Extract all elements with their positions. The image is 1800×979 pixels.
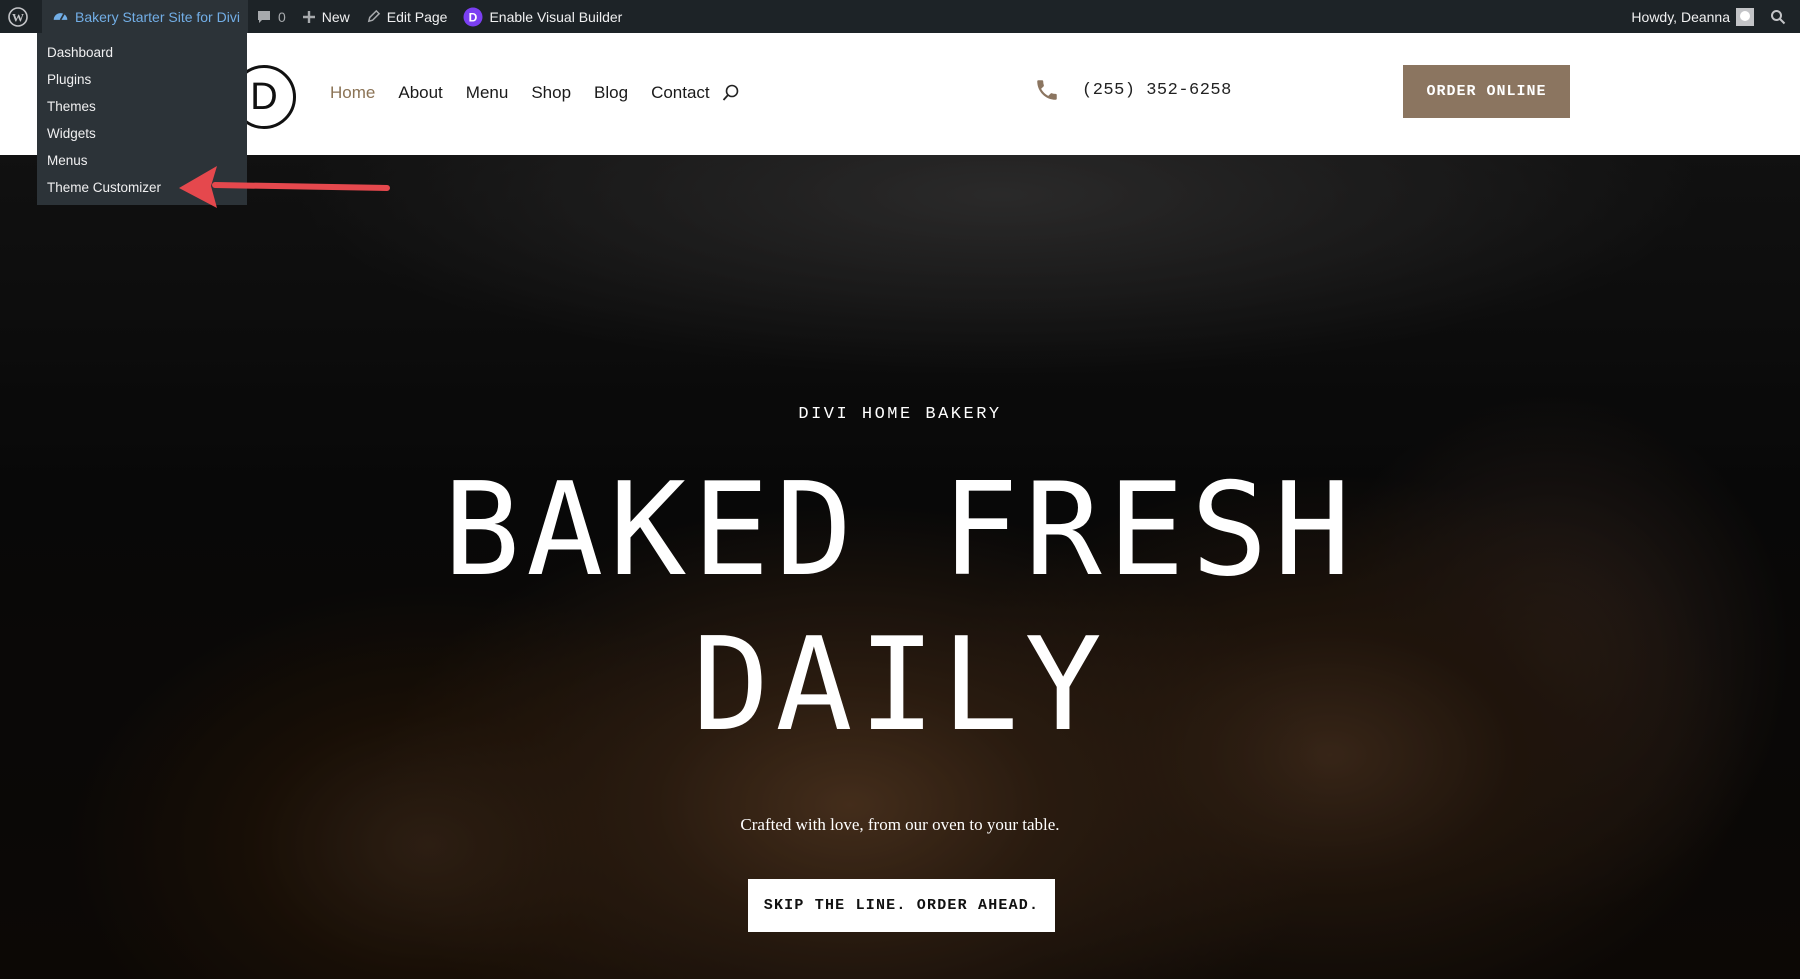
phone-contact: (255) 352-6258 — [1034, 77, 1232, 103]
visual-builder-button[interactable]: D Enable Visual Builder — [455, 0, 630, 33]
dropdown-item-themes[interactable]: Themes — [37, 93, 247, 120]
new-label: New — [321, 8, 350, 25]
admin-bar-right: Howdy, Deanna — [1623, 0, 1800, 33]
visual-builder-label: Enable Visual Builder — [489, 8, 623, 25]
divi-logo-icon: D — [463, 7, 483, 26]
svg-text:W: W — [12, 10, 24, 24]
avatar — [1736, 7, 1754, 26]
nav-item-home[interactable]: Home — [330, 83, 375, 103]
search-icon — [1771, 9, 1786, 24]
admin-bar: W Bakery Starter Site for Divi 0 New Edi… — [0, 0, 1800, 33]
plus-icon — [302, 10, 315, 23]
nav-item-about[interactable]: About — [398, 83, 442, 103]
new-content-button[interactable]: New — [294, 0, 358, 33]
site-name-label: Bakery Starter Site for Divi — [75, 8, 240, 25]
svg-text:D: D — [469, 10, 478, 24]
comments-count: 0 — [277, 8, 286, 25]
site-name-menu[interactable]: Bakery Starter Site for Divi — [42, 0, 248, 33]
main-nav: Home About Menu Shop Blog Contact — [330, 83, 740, 103]
edit-page-button[interactable]: Edit Page — [358, 0, 456, 33]
hero-headline-line-2: DAILY — [692, 611, 1108, 760]
order-ahead-button[interactable]: SKIP THE LINE. ORDER AHEAD. — [748, 879, 1055, 932]
annotation-arrow-icon — [179, 166, 390, 208]
comments-button[interactable]: 0 — [248, 0, 294, 33]
hero-headline: BAKED FRESH DAILY — [0, 453, 1800, 763]
dropdown-item-dashboard[interactable]: Dashboard — [37, 39, 247, 66]
hero-headline-line-1: BAKED FRESH — [443, 456, 1357, 605]
phone-number[interactable]: (255) 352-6258 — [1082, 81, 1232, 100]
edit-page-label: Edit Page — [386, 8, 448, 25]
nav-item-shop[interactable]: Shop — [531, 83, 571, 103]
order-online-button[interactable]: ORDER ONLINE — [1403, 65, 1570, 118]
logo-letter: D — [250, 75, 278, 118]
pencil-icon — [367, 9, 380, 23]
dashboard-gauge-icon — [53, 13, 68, 21]
nav-item-menu[interactable]: Menu — [466, 83, 509, 103]
nav-item-contact[interactable]: Contact — [651, 83, 710, 103]
nav-item-blog[interactable]: Blog — [594, 83, 628, 103]
dropdown-item-widgets[interactable]: Widgets — [37, 120, 247, 147]
search-button[interactable] — [1762, 0, 1800, 33]
greeting-label: Howdy, Deanna — [1631, 8, 1730, 25]
comment-bubble-icon — [257, 10, 270, 23]
hero-section: DIVI HOME BAKERY BAKED FRESH DAILY Craft… — [0, 155, 1800, 979]
hero-eyebrow: DIVI HOME BAKERY — [798, 405, 1002, 424]
account-menu[interactable]: Howdy, Deanna — [1623, 0, 1762, 33]
search-icon[interactable] — [722, 84, 740, 102]
hero-subtitle: Crafted with love, from our oven to your… — [740, 815, 1060, 834]
site-header: D Home About Menu Shop Blog Contact (255… — [0, 33, 1800, 155]
wordpress-icon: W — [8, 6, 28, 27]
wordpress-logo-button[interactable]: W — [0, 0, 42, 33]
phone-icon — [1037, 80, 1057, 100]
dropdown-item-plugins[interactable]: Plugins — [37, 66, 247, 93]
